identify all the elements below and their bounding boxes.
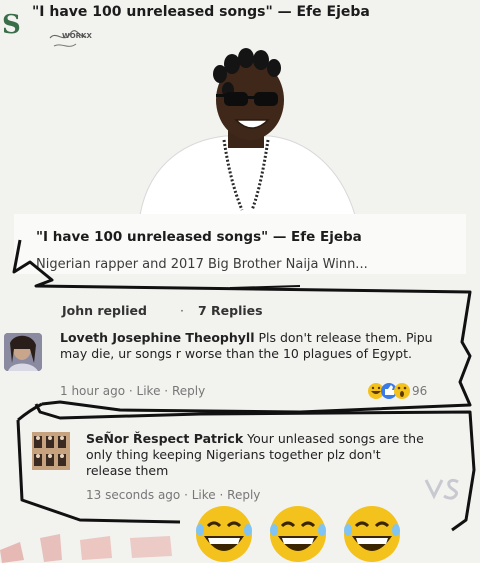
comment-meta: 1 hour ago · Like · Reply (60, 384, 206, 398)
comment-body: Loveth Josephine Theophyll Pls don't rel… (60, 330, 460, 362)
avatar[interactable] (4, 333, 42, 371)
comment-author[interactable]: Loveth Josephine Theophyll (60, 330, 254, 345)
post-photo (120, 40, 365, 215)
reply-link[interactable]: Reply (172, 384, 205, 398)
replies-count-link[interactable]: 7 Replies (198, 303, 263, 318)
watermark-text: WORKX (62, 32, 92, 40)
avatar[interactable] (32, 432, 70, 470)
comment-body: SeÑor Řespect Patrick Your unleased song… (86, 431, 426, 479)
laugh-emoji-stickers (196, 506, 400, 562)
comment-author[interactable]: SeÑor Řespect Patrick (86, 431, 243, 446)
headline: "I have 100 unreleased songs" — Efe Ejeb… (32, 4, 370, 20)
laugh-emoji-icon (344, 506, 400, 562)
like-link[interactable]: Like (137, 384, 161, 398)
watermark-signature-icon (49, 30, 87, 47)
faded-banner-icon (0, 534, 172, 563)
reply-author[interactable]: John replied (62, 303, 147, 318)
card-title[interactable]: "I have 100 unreleased songs" — Efe Ejeb… (36, 229, 362, 245)
separator-dot: · (180, 303, 184, 318)
side-logo: S (2, 10, 21, 40)
comment-time[interactable]: 13 seconds ago (86, 488, 180, 502)
faded-overlay-icon (424, 478, 459, 500)
laugh-emoji-icon (270, 506, 326, 562)
laugh-emoji-icon (196, 506, 252, 562)
comment-time[interactable]: 1 hour ago (60, 384, 125, 398)
reaction-count[interactable]: 96 (412, 384, 427, 398)
card-subtitle: Nigerian rapper and 2017 Big Brother Nai… (36, 257, 368, 272)
reactions-icon[interactable] (330, 382, 410, 400)
